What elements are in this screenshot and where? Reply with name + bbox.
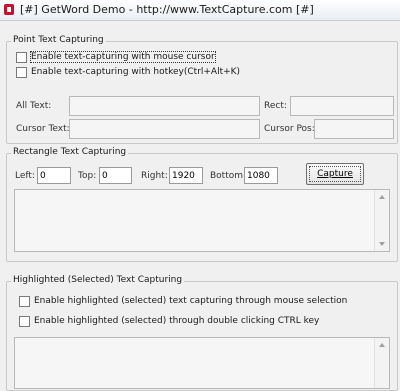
title-bar: [#] GetWord Demo - http://www.TextCaptur…: [0, 0, 400, 21]
point-capture-title: Point Text Capturing: [11, 35, 106, 45]
rect-result-textarea[interactable]: [14, 189, 390, 252]
window-title: [#] GetWord Demo - http://www.TextCaptur…: [20, 3, 314, 16]
main-window: [#] GetWord Demo - http://www.TextCaptur…: [0, 0, 400, 391]
double-ctrl-label[interactable]: Enable highlighted (selected) through do…: [34, 316, 319, 326]
enable-hotkey-checkbox[interactable]: [16, 67, 27, 78]
cursor-text-label: Cursor Text:: [16, 124, 70, 134]
capture-button[interactable]: Capture: [306, 163, 364, 185]
top-input[interactable]: [99, 167, 132, 184]
all-text-field[interactable]: [69, 96, 260, 116]
bottom-input[interactable]: [244, 167, 278, 184]
rect-result-scrollbar[interactable]: [374, 190, 389, 251]
cursor-text-field[interactable]: [69, 119, 260, 139]
double-ctrl-checkbox[interactable]: [19, 316, 30, 327]
right-label: Right:: [141, 171, 168, 181]
enable-hotkey-label[interactable]: Enable text-capturing with hotkey(Ctrl+A…: [31, 67, 240, 77]
all-text-label: All Text:: [16, 101, 52, 111]
rect-capture-title: Rectangle Text Capturing: [11, 147, 129, 157]
mouse-selection-label[interactable]: Enable highlighted (selected) text captu…: [34, 296, 347, 306]
enable-mouse-checkbox[interactable]: [16, 52, 27, 63]
rect-field[interactable]: [290, 96, 394, 116]
highlight-scroll-up-arrow-icon[interactable]: [379, 343, 385, 347]
scroll-down-arrow-icon[interactable]: [379, 242, 385, 246]
rect-label: Rect:: [264, 101, 287, 111]
enable-mouse-label[interactable]: Enable text-capturing with mouse cursor: [30, 51, 216, 63]
scroll-up-arrow-icon[interactable]: [379, 195, 385, 199]
app-icon: [4, 4, 14, 15]
highlight-result-textarea[interactable]: [14, 337, 390, 389]
highlight-result-scrollbar[interactable]: [374, 338, 389, 388]
right-input[interactable]: [169, 167, 203, 184]
left-input[interactable]: [37, 167, 71, 184]
highlight-capture-title: Highlighted (Selected) Text Capturing: [11, 275, 185, 285]
cursor-pos-label: Cursor Pos:: [264, 124, 315, 134]
bottom-label: Bottom:: [210, 171, 247, 181]
mouse-selection-checkbox[interactable]: [19, 296, 30, 307]
left-label: Left:: [15, 171, 35, 181]
cursor-pos-field[interactable]: [314, 119, 394, 139]
top-label: Top:: [78, 171, 97, 181]
capture-button-label: Capture: [317, 169, 353, 179]
